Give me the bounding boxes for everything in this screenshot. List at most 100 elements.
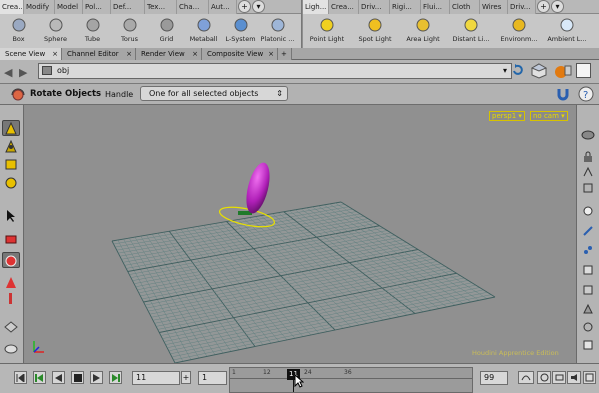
- back-arrow-icon[interactable]: ◀: [4, 66, 12, 79]
- step-forward-icon[interactable]: [109, 371, 122, 384]
- path-field[interactable]: obj: [38, 63, 512, 79]
- shelf-tool-area-light[interactable]: Area Light: [399, 15, 447, 48]
- handle-tool-icon[interactable]: [2, 318, 20, 334]
- shelf-tab-create2[interactable]: Crea...: [329, 0, 359, 14]
- shelf-tab-fluids[interactable]: Flui...: [421, 0, 450, 14]
- move-tool-icon[interactable]: [2, 230, 20, 246]
- start-frame-field[interactable]: 1: [198, 371, 227, 385]
- select-edges-icon[interactable]: [2, 156, 20, 172]
- shelf-tab-characters[interactable]: Cha...: [177, 0, 209, 14]
- object-icon[interactable]: [530, 62, 548, 80]
- close-icon[interactable]: ×: [192, 48, 198, 60]
- refresh-icon[interactable]: [511, 63, 525, 77]
- render-icon[interactable]: [554, 62, 572, 80]
- end-frame-field[interactable]: 99: [480, 371, 508, 385]
- close-icon[interactable]: ×: [268, 48, 274, 60]
- camera-menu[interactable]: persp1 ▾: [489, 111, 525, 121]
- shelf-tab-texture[interactable]: Tex...: [145, 0, 177, 14]
- shelf-tab-auto-rig[interactable]: Aut...: [209, 0, 237, 14]
- lock-camera-icon[interactable]: [579, 149, 597, 165]
- points-display-icon[interactable]: [579, 242, 597, 258]
- help-icon[interactable]: ?: [577, 86, 595, 102]
- shading-icon[interactable]: [579, 203, 597, 219]
- shelf-tab-drive2[interactable]: Driv...: [508, 0, 536, 14]
- arrow-select-icon[interactable]: [2, 208, 20, 224]
- prim-numbers-icon[interactable]: [579, 262, 597, 278]
- scale-tool-icon[interactable]: [2, 274, 20, 290]
- path-dropdown-icon[interactable]: ▾: [503, 66, 507, 75]
- shelf-tool-grid[interactable]: Grid: [148, 15, 185, 48]
- shelf-tab-modify[interactable]: Modify: [24, 0, 55, 14]
- tab-render-view[interactable]: Render View ×: [136, 48, 202, 60]
- shelf-tool-distant-light[interactable]: Distant Li...: [447, 15, 495, 48]
- add-pane-tab-button[interactable]: +: [278, 48, 292, 60]
- shelf-tab-drive[interactable]: Driv...: [359, 0, 390, 14]
- frame-stepper-icon[interactable]: +: [181, 371, 191, 384]
- shelf-tool-ambient-light[interactable]: Ambient L...: [543, 15, 591, 48]
- shelf-menu-icon[interactable]: ▾: [551, 0, 564, 13]
- ghost-icon[interactable]: [579, 164, 597, 180]
- display-options-icon[interactable]: [576, 63, 591, 78]
- shelf-tool-torus[interactable]: Torus: [111, 15, 148, 48]
- stop-icon[interactable]: [71, 371, 84, 384]
- shelf-tool-lsystem[interactable]: L-System: [222, 15, 259, 48]
- step-back-icon[interactable]: [33, 371, 46, 384]
- shelf-tab-polygon[interactable]: Pol...: [83, 0, 111, 14]
- shelf-tool-point-light[interactable]: Point Light: [303, 15, 351, 48]
- loop-icon[interactable]: [552, 371, 566, 384]
- home-view-icon[interactable]: [579, 127, 597, 143]
- tab-scene-view[interactable]: Scene View ×: [0, 48, 62, 60]
- tab-label: Channel Editor: [67, 50, 119, 58]
- vertex-display-icon[interactable]: [579, 282, 597, 298]
- shelf-tool-box[interactable]: Box: [0, 15, 37, 48]
- close-icon[interactable]: ×: [52, 48, 58, 60]
- shelf-menu-icon[interactable]: ▾: [252, 0, 265, 13]
- shelf-tab-create[interactable]: Crea...: [0, 0, 24, 14]
- pose-tool-icon[interactable]: [2, 290, 20, 306]
- handle-mode-select[interactable]: One for all selected objects ⇕: [140, 86, 288, 101]
- sphere-object[interactable]: [242, 160, 274, 215]
- display-mode-icon[interactable]: [579, 180, 597, 196]
- current-frame-field[interactable]: 11: [132, 371, 180, 385]
- scene-viewport[interactable]: [25, 105, 576, 363]
- normals-icon[interactable]: [579, 223, 597, 239]
- audio-icon[interactable]: [567, 371, 581, 384]
- shelf-tool-platonic[interactable]: Platonic ...: [259, 15, 296, 48]
- cam-options-menu[interactable]: no cam ▾: [530, 111, 568, 121]
- template-icon[interactable]: [579, 301, 597, 317]
- shelf-tab-wires[interactable]: Wires: [480, 0, 508, 14]
- play-forward-icon[interactable]: [90, 371, 103, 384]
- playbar-options-icon[interactable]: [583, 371, 596, 384]
- shelf-tab-lights[interactable]: Ligh...: [303, 0, 329, 14]
- shelf-tool-environment-light[interactable]: Environm...: [495, 15, 543, 48]
- forward-arrow-icon[interactable]: ▶: [19, 66, 27, 79]
- guide-icon[interactable]: [579, 319, 597, 335]
- realtime-icon[interactable]: [537, 371, 551, 384]
- shelf-tool-spot-light[interactable]: Spot Light: [351, 15, 399, 48]
- distant-light-icon: [463, 17, 479, 33]
- key-icon[interactable]: [518, 371, 534, 384]
- select-mode-icon[interactable]: [2, 120, 20, 136]
- add-tab-icon[interactable]: +: [238, 0, 251, 13]
- shelf-tab-rigid[interactable]: Rigi...: [390, 0, 421, 14]
- shelf-tool-metaball[interactable]: Metaball: [185, 15, 222, 48]
- play-backward-icon[interactable]: [52, 371, 65, 384]
- select-primitives-icon[interactable]: [2, 174, 20, 190]
- shelf-tool-label: Torus: [120, 35, 139, 43]
- shelf-tab-cloth[interactable]: Cloth: [450, 0, 480, 14]
- rotate-mode-icon[interactable]: [2, 252, 20, 268]
- jump-to-start-icon[interactable]: [14, 371, 27, 384]
- shelf-tool-tube[interactable]: Tube: [74, 15, 111, 48]
- shelf-tab-deform[interactable]: Def...: [111, 0, 145, 14]
- add-tab-icon[interactable]: +: [537, 0, 550, 13]
- tab-channel-editor[interactable]: Channel Editor ×: [62, 48, 136, 60]
- shelf-tab-model[interactable]: Model: [55, 0, 83, 14]
- shelf-tool-sphere[interactable]: Sphere: [37, 15, 74, 48]
- timeline-slider[interactable]: 1 12 24 36 11: [229, 367, 473, 393]
- view-tool-icon[interactable]: [2, 340, 20, 356]
- background-icon[interactable]: [579, 337, 597, 353]
- select-points-icon[interactable]: [2, 138, 20, 154]
- close-icon[interactable]: ×: [126, 48, 132, 60]
- snap-icon[interactable]: [556, 86, 574, 102]
- tab-composite-view[interactable]: Composite View ×: [202, 48, 278, 60]
